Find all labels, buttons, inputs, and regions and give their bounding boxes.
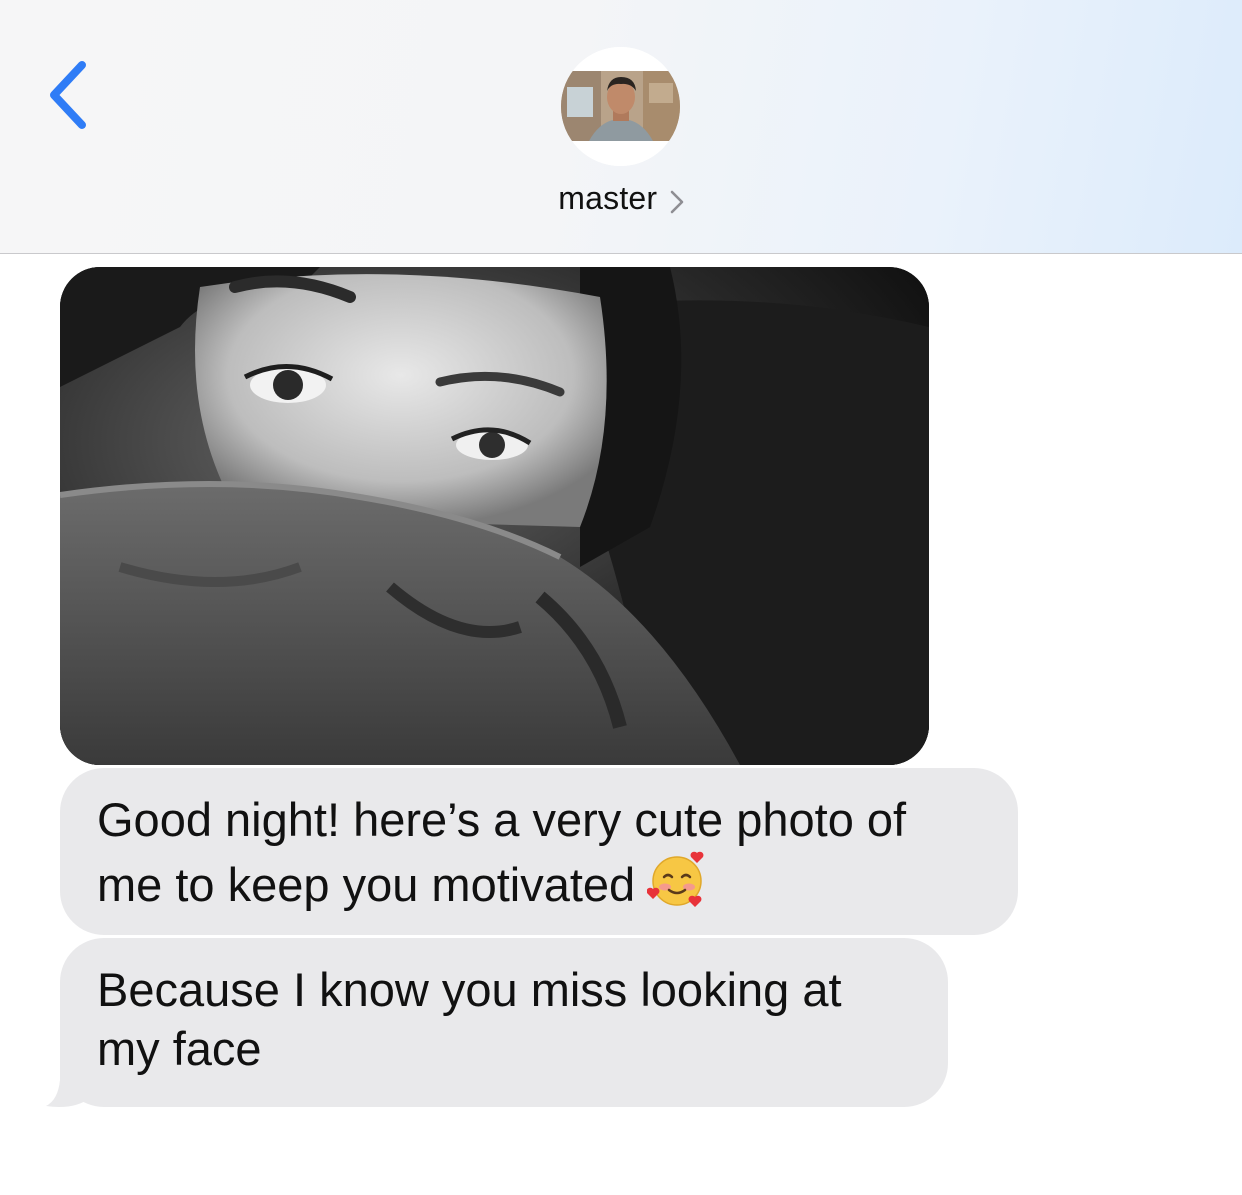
chevron-right-icon [670, 190, 684, 214]
message-text: Good night! here’s a very cute photo of … [97, 793, 907, 911]
conversation-header: master [0, 0, 1242, 254]
contact-name: master [558, 180, 658, 216]
photo-image [60, 267, 929, 765]
message-text: Because I know you miss looking at my fa… [97, 963, 842, 1075]
imessage-conversation-screen: master Good night! here’s a very cute ph… [0, 0, 1242, 1195]
message-bubble[interactable]: Because I know you miss looking at my fa… [60, 938, 948, 1107]
chevron-left-icon [50, 61, 86, 129]
contact-name-link[interactable]: master [0, 180, 1242, 217]
back-button[interactable] [40, 55, 100, 135]
photo-message[interactable] [60, 267, 929, 765]
avatar-photo [561, 47, 680, 166]
bubble-tail [46, 1060, 90, 1107]
smiling-face-with-hearts-icon [646, 849, 707, 922]
message-bubble[interactable]: Good night! here’s a very cute photo of … [60, 768, 1018, 935]
contact-avatar[interactable] [561, 47, 680, 166]
